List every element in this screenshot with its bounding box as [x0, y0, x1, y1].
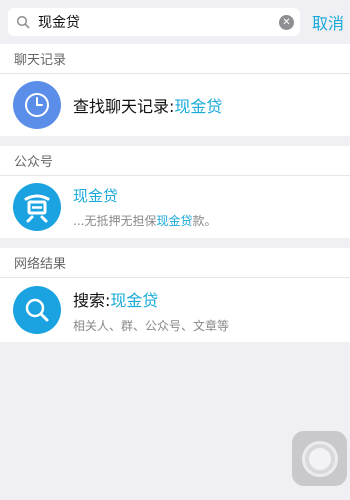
clock-icon: [13, 81, 61, 129]
chat-history-header: 聊天记录: [0, 44, 350, 74]
keyword-highlight: 现金贷: [110, 290, 159, 310]
clear-icon[interactable]: ✕: [279, 14, 294, 30]
web-results-section: 网络结果 搜索:现金贷 相关人、群、公众号、文章等: [0, 248, 350, 342]
cancel-button[interactable]: 取消: [312, 10, 344, 34]
official-account-header: 公众号: [0, 146, 350, 176]
official-account-desc: ...无抵押无担保现金贷款。: [73, 214, 217, 228]
official-account-section: 公众号 现金贷 ...无抵押无担保现金贷款。: [0, 146, 350, 238]
magnifier-icon: [13, 286, 61, 334]
web-results-header: 网络结果: [0, 248, 350, 278]
section-gap: [0, 238, 350, 248]
official-account-row[interactable]: 现金贷 ...无抵押无担保现金贷款。: [0, 176, 350, 238]
web-search-row[interactable]: 搜索:现金贷 相关人、群、公众号、文章等: [0, 278, 350, 342]
keyword-highlight: 现金贷: [174, 97, 223, 116]
web-search-desc: 相关人、群、公众号、文章等: [73, 318, 230, 333]
official-account-name: 现金贷: [73, 187, 119, 205]
search-box[interactable]: ✕: [8, 8, 300, 36]
keyword-highlight: 现金贷: [156, 214, 193, 228]
assistive-touch-icon[interactable]: [292, 431, 347, 486]
search-icon: [16, 15, 30, 29]
chat-history-search-row[interactable]: 查找聊天记录:现金贷: [0, 74, 350, 136]
section-gap: [0, 136, 350, 146]
loan-logo-icon: [13, 183, 61, 231]
chat-history-section: 聊天记录 查找聊天记录:现金贷: [0, 44, 350, 136]
search-bar: ✕ 取消: [0, 0, 350, 44]
chat-history-title: 查找聊天记录:现金贷: [73, 97, 223, 116]
search-input[interactable]: [38, 10, 279, 34]
web-search-title: 搜索:现金贷: [73, 290, 159, 310]
